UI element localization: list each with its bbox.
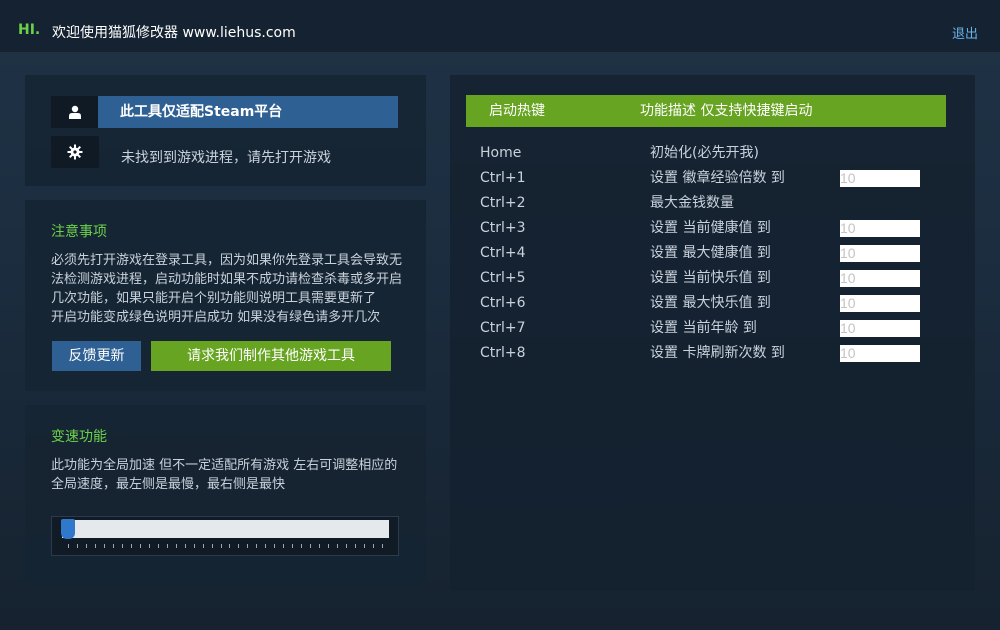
slider-tick <box>185 544 186 548</box>
hotkey-description: 设置 徽章经验倍数 到 <box>650 170 785 186</box>
hotkey-key: Ctrl+4 <box>480 245 526 261</box>
hotkey-row: Home 初始化(必先开我) <box>480 144 930 162</box>
slider-tick <box>364 544 365 548</box>
platform-label: 此工具仅适配Steam平台 <box>98 96 398 128</box>
speed-line: 此功能为全局加速 但不一定适配所有游戏 左右可调整相应的 <box>51 458 398 473</box>
hotkey-description: 最大金钱数量 <box>650 195 734 211</box>
slider-tick <box>274 544 275 548</box>
hotkey-key: Ctrl+5 <box>480 270 526 286</box>
hotkeys-header: 启动热键 功能描述 仅支持快捷键启动 <box>466 95 946 127</box>
speed-panel: 变速功能 此功能为全局加速 但不一定适配所有游戏 左右可调整相应的 全局速度，最… <box>25 405 426 586</box>
slider-tick <box>310 544 311 548</box>
app-title: 欢迎使用猫狐修改器 www.liehus.com <box>52 25 296 41</box>
hotkey-description: 设置 最大快乐值 到 <box>650 295 771 311</box>
title-bar: HI. 欢迎使用猫狐修改器 www.liehus.com 退出 <box>0 0 1000 52</box>
request-tool-button[interactable]: 请求我们制作其他游戏工具 <box>151 341 391 371</box>
hotkey-row: Ctrl+7 设置 当前年龄 到 <box>480 319 930 337</box>
hotkey-key: Ctrl+2 <box>480 195 526 211</box>
speed-slider[interactable] <box>51 516 399 556</box>
hotkey-row: Ctrl+2 最大金钱数量 <box>480 194 930 212</box>
hotkey-row: Ctrl+6 设置 最大快乐值 到 <box>480 294 930 312</box>
slider-tick <box>158 544 159 548</box>
speed-line: 全局速度，最左侧是最慢，最右侧是最快 <box>51 477 286 492</box>
slider-tick <box>68 544 69 548</box>
notes-line: 必须先打开游戏在登录工具，因为如果你先登录工具会导致无 <box>51 253 403 268</box>
slider-tick <box>221 544 222 548</box>
notes-line: 开启功能变成绿色说明开启成功 如果没有绿色请多开几次 <box>51 310 381 325</box>
slider-tick <box>238 544 239 548</box>
slider-tick <box>149 544 150 548</box>
slider-tick <box>77 544 78 548</box>
hotkey-key: Ctrl+1 <box>480 170 526 186</box>
hotkey-value-input[interactable] <box>840 170 920 187</box>
hotkey-description: 设置 当前快乐值 到 <box>650 270 771 286</box>
slider-tick <box>256 544 257 548</box>
hotkey-value-input[interactable] <box>840 220 920 237</box>
gear-icon <box>51 136 99 168</box>
slider-tick <box>346 544 347 548</box>
hotkey-key: Home <box>480 145 522 161</box>
hotkey-value-input[interactable] <box>840 245 920 262</box>
hotkey-description: 设置 当前年龄 到 <box>650 320 757 336</box>
logout-link[interactable]: 退出 <box>952 23 978 42</box>
header-hotkey: 启动热键 <box>489 103 545 119</box>
notes-line: 几次功能，如果只能开启个别功能则说明工具需要更新了 <box>51 291 377 306</box>
hotkey-key: Ctrl+8 <box>480 345 526 361</box>
hotkey-description: 初始化(必先开我) <box>650 145 759 161</box>
slider-tick <box>229 544 230 548</box>
hotkey-row: Ctrl+3 设置 当前健康值 到 <box>480 219 930 237</box>
hotkey-value-input[interactable] <box>840 345 920 362</box>
speed-title: 变速功能 <box>51 429 107 445</box>
slider-tick <box>104 544 105 548</box>
hotkey-value-input[interactable] <box>840 270 920 287</box>
hotkey-row: Ctrl+8 设置 卡牌刷新次数 到 <box>480 344 930 362</box>
slider-tick <box>301 544 302 548</box>
hotkey-key: Ctrl+6 <box>480 295 526 311</box>
slider-tick <box>292 544 293 548</box>
slider-tick <box>122 544 123 548</box>
slider-ticks <box>68 544 383 550</box>
slider-tick <box>355 544 356 548</box>
hotkey-row: Ctrl+5 设置 当前快乐值 到 <box>480 269 930 287</box>
hotkey-value-input[interactable] <box>840 320 920 337</box>
slider-tick <box>337 544 338 548</box>
slider-tick <box>328 544 329 548</box>
slider-tick <box>373 544 374 548</box>
slider-tick <box>212 544 213 548</box>
hotkeys-panel: 启动热键 功能描述 仅支持快捷键启动 Home 初始化(必先开我) Ctrl+1 设置… <box>450 75 975 591</box>
user-icon <box>51 96 99 128</box>
hi-label: HI. <box>18 22 41 38</box>
slider-track[interactable] <box>62 520 389 538</box>
notes-line: 法检测游戏进程，启动功能时如果不成功请检查杀毒或多开启 <box>51 272 403 287</box>
hotkey-description: 设置 当前健康值 到 <box>650 220 771 236</box>
slider-tick <box>176 544 177 548</box>
hotkey-key: Ctrl+3 <box>480 220 526 236</box>
slider-tick <box>131 544 132 548</box>
status-panel: 此工具仅适配Steam平台 未找到到游戏进程，请先打开游戏 <box>25 75 426 186</box>
hotkey-description: 设置 最大健康值 到 <box>650 245 771 261</box>
slider-tick <box>140 544 141 548</box>
hotkey-value-input[interactable] <box>840 295 920 312</box>
slider-tick <box>86 544 87 548</box>
slider-tick <box>167 544 168 548</box>
notes-title: 注意事项 <box>51 224 107 240</box>
slider-tick <box>247 544 248 548</box>
slider-tick <box>283 544 284 548</box>
slider-tick <box>113 544 114 548</box>
hotkey-key: Ctrl+7 <box>480 320 526 336</box>
slider-tick <box>319 544 320 548</box>
process-status: 未找到到游戏进程，请先打开游戏 <box>121 150 331 166</box>
slider-thumb[interactable] <box>61 519 75 539</box>
feedback-button[interactable]: 反馈更新 <box>52 341 141 371</box>
slider-tick <box>95 544 96 548</box>
hotkey-row: Ctrl+4 设置 最大健康值 到 <box>480 244 930 262</box>
slider-tick <box>382 544 383 548</box>
slider-tick <box>194 544 195 548</box>
hotkey-row: Ctrl+1 设置 徽章经验倍数 到 <box>480 169 930 187</box>
slider-tick <box>203 544 204 548</box>
header-description: 功能描述 仅支持快捷键启动 <box>640 103 813 119</box>
hotkey-description: 设置 卡牌刷新次数 到 <box>650 345 785 361</box>
notes-panel: 注意事项 必须先打开游戏在登录工具，因为如果你先登录工具会导致无 法检测游戏进程… <box>25 200 426 391</box>
slider-tick <box>265 544 266 548</box>
